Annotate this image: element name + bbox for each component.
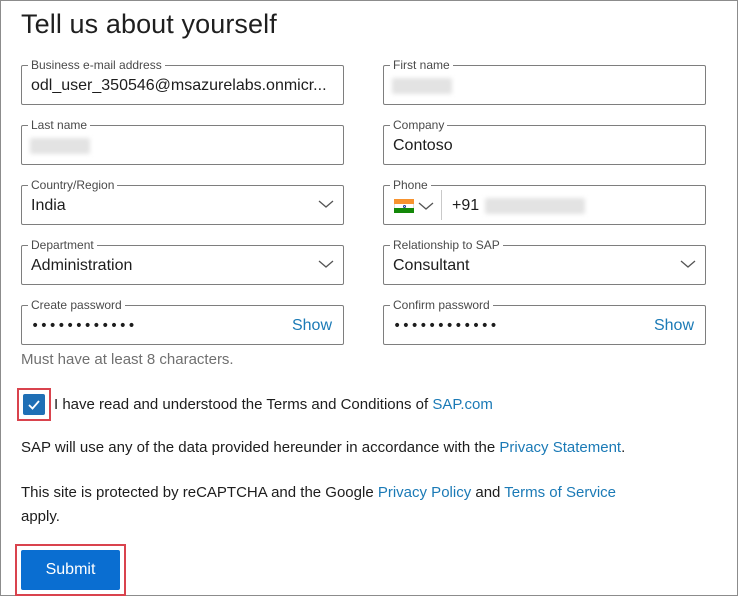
- phone-number-redacted: [485, 198, 585, 214]
- chevron-down-icon: [680, 260, 696, 268]
- show-password-button[interactable]: Show: [292, 317, 332, 335]
- business-email-label: Business e-mail address: [28, 58, 165, 72]
- first-name-redacted: [392, 78, 452, 94]
- department-select[interactable]: Department Administration: [21, 238, 344, 285]
- page-title: Tell us about yourself: [21, 9, 277, 39]
- password-hint: Must have at least 8 characters.: [21, 351, 234, 368]
- privacy-notice: SAP will use any of the data provided he…: [21, 437, 625, 459]
- checkmark-icon: [28, 400, 40, 410]
- recaptcha-and: and: [471, 484, 505, 501]
- show-confirm-password-button[interactable]: Show: [654, 317, 694, 335]
- chevron-down-icon: [318, 200, 334, 208]
- chevron-down-icon: [318, 260, 334, 268]
- first-name-label: First name: [390, 58, 453, 72]
- country-select[interactable]: Country/Region India: [21, 178, 344, 225]
- terms-checkbox-highlight: [17, 388, 51, 421]
- registration-panel: Tell us about yourself Business e-mail a…: [0, 0, 738, 596]
- submit-button[interactable]: Submit: [21, 550, 120, 590]
- terms-label: I have read and understood the Terms and…: [54, 396, 433, 413]
- recaptcha-notice: This site is protected by reCAPTCHA and …: [21, 482, 616, 504]
- phone-label: Phone: [390, 178, 431, 192]
- country-value: India: [31, 197, 66, 214]
- last-name-field[interactable]: Last name: [21, 118, 344, 165]
- department-value: Administration: [31, 257, 133, 274]
- company-field[interactable]: Company Contoso: [383, 118, 706, 165]
- first-name-field[interactable]: First name: [383, 58, 706, 105]
- last-name-redacted: [30, 138, 90, 154]
- company-value: Contoso: [393, 137, 453, 154]
- terms-text: I have read and understood the Terms and…: [54, 396, 493, 413]
- confirm-password-field[interactable]: Confirm password •••••••••••• Show: [383, 298, 706, 345]
- confirm-password-label: Confirm password: [390, 298, 493, 312]
- recaptcha-apply: apply.: [21, 508, 60, 525]
- business-email-value: odl_user_350546@msazurelabs.onmicr...: [31, 77, 327, 94]
- company-label: Company: [390, 118, 448, 132]
- terms-of-service-link[interactable]: Terms of Service: [504, 484, 616, 501]
- privacy-end: .: [621, 439, 626, 456]
- phone-field[interactable]: Phone +91: [383, 178, 706, 225]
- department-label: Department: [28, 238, 97, 252]
- privacy-statement-link[interactable]: Privacy Statement: [499, 439, 621, 456]
- relationship-select[interactable]: Relationship to SAP Consultant: [383, 238, 706, 285]
- create-password-field[interactable]: Create password •••••••••••• Show: [21, 298, 344, 345]
- phone-country-chevron-icon[interactable]: [418, 201, 434, 211]
- relationship-value: Consultant: [393, 257, 470, 274]
- last-name-label: Last name: [28, 118, 91, 132]
- phone-divider: [441, 190, 442, 220]
- india-flag-icon[interactable]: [394, 199, 414, 213]
- confirm-password-value: ••••••••••••: [393, 318, 499, 334]
- business-email-field[interactable]: Business e-mail address odl_user_350546@…: [21, 58, 344, 105]
- create-password-value: ••••••••••••: [31, 318, 137, 334]
- privacy-policy-link[interactable]: Privacy Policy: [378, 484, 471, 501]
- phone-country-code: +91: [452, 197, 480, 214]
- sap-com-link[interactable]: SAP.com: [432, 396, 493, 413]
- relationship-label: Relationship to SAP: [390, 238, 503, 252]
- country-label: Country/Region: [28, 178, 118, 192]
- create-password-label: Create password: [28, 298, 125, 312]
- privacy-text: SAP will use any of the data provided he…: [21, 439, 500, 456]
- terms-checkbox[interactable]: [23, 394, 45, 415]
- recaptcha-text: This site is protected by reCAPTCHA and …: [21, 484, 378, 501]
- submit-highlight: Submit: [15, 544, 126, 596]
